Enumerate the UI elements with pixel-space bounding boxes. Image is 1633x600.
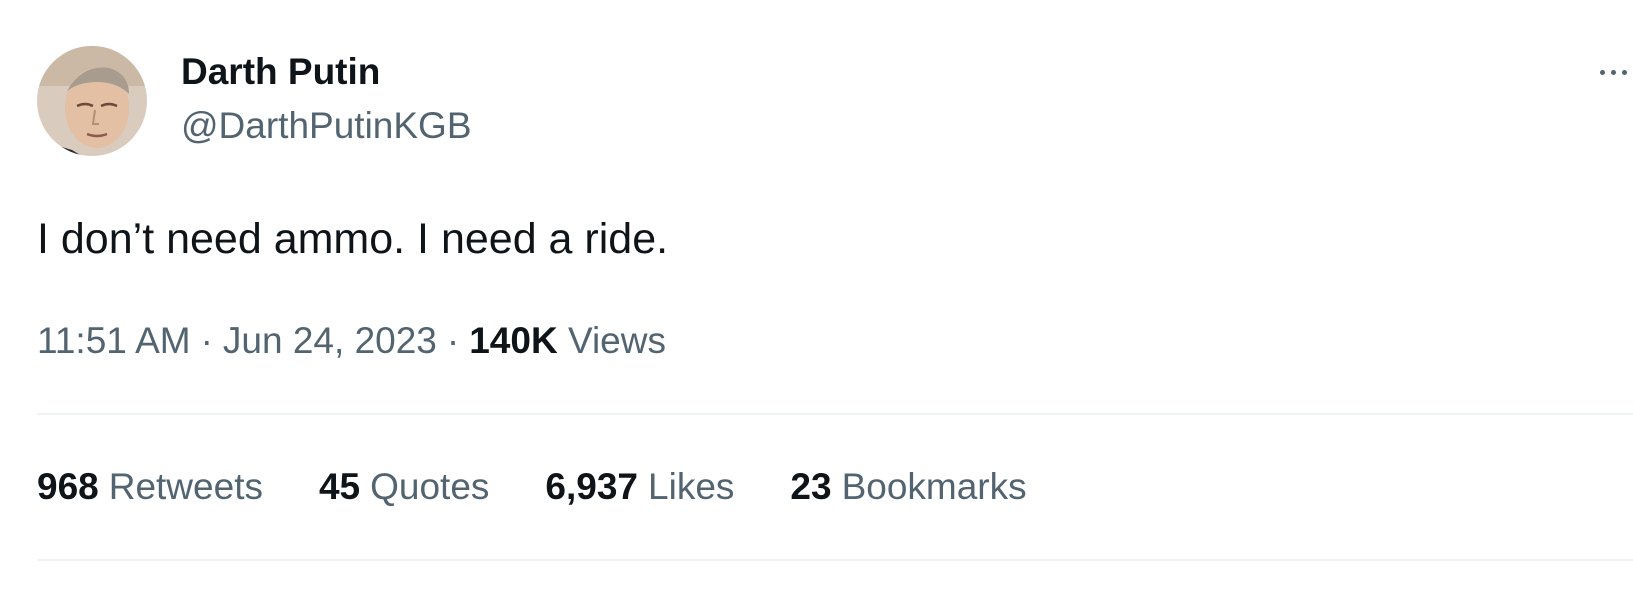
avatar-photo-icon: [37, 46, 147, 156]
stat-count: 23: [790, 466, 832, 507]
tweet-time: 11:51 AM: [37, 320, 191, 361]
stat-retweets[interactable]: 968 Retweets: [37, 464, 263, 510]
tweet-meta: 11:51 AM · Jun 24, 2023 · 140K Views: [37, 318, 666, 364]
author-handle[interactable]: @DarthPutinKGB: [181, 104, 472, 148]
more-icon: [1600, 70, 1605, 75]
more-options-button[interactable]: [1600, 50, 1633, 94]
tweet-date: Jun 24, 2023: [222, 320, 437, 361]
meta-separator: ·: [200, 320, 213, 361]
more-icon-dot: [1622, 70, 1627, 75]
more-icon-dot: [1611, 70, 1616, 75]
tweet-stats: 968 Retweets 45 Quotes 6,937 Likes 23 Bookma…: [37, 464, 1083, 510]
stat-count: 45: [318, 466, 361, 507]
stat-label: Likes: [648, 466, 735, 507]
stat-count: 968: [37, 466, 99, 507]
stat-count: 6,937: [545, 466, 639, 507]
author-display-name[interactable]: Darth Putin: [181, 50, 380, 94]
tweet-time-link[interactable]: 11:51 AM · Jun 24, 2023: [37, 320, 437, 361]
stat-likes[interactable]: 6,937 Likes: [545, 464, 734, 510]
divider: [37, 559, 1633, 561]
avatar[interactable]: [37, 46, 147, 156]
views-label: Views: [567, 320, 666, 361]
meta-separator: ·: [446, 320, 460, 361]
tweet-text: I don’t need ammo. I need a ride.: [37, 215, 669, 263]
stat-quotes[interactable]: 45 Quotes: [319, 464, 489, 510]
stat-label: Bookmarks: [841, 466, 1027, 507]
stat-bookmarks[interactable]: 23 Bookmarks: [790, 464, 1026, 510]
views-count: 140K: [469, 320, 558, 361]
tweet: Darth Putin @DarthPutinKGB I don’t need …: [0, 0, 1633, 600]
stat-label: Quotes: [370, 466, 490, 507]
stat-label: Retweets: [108, 466, 263, 507]
divider: [37, 413, 1633, 415]
